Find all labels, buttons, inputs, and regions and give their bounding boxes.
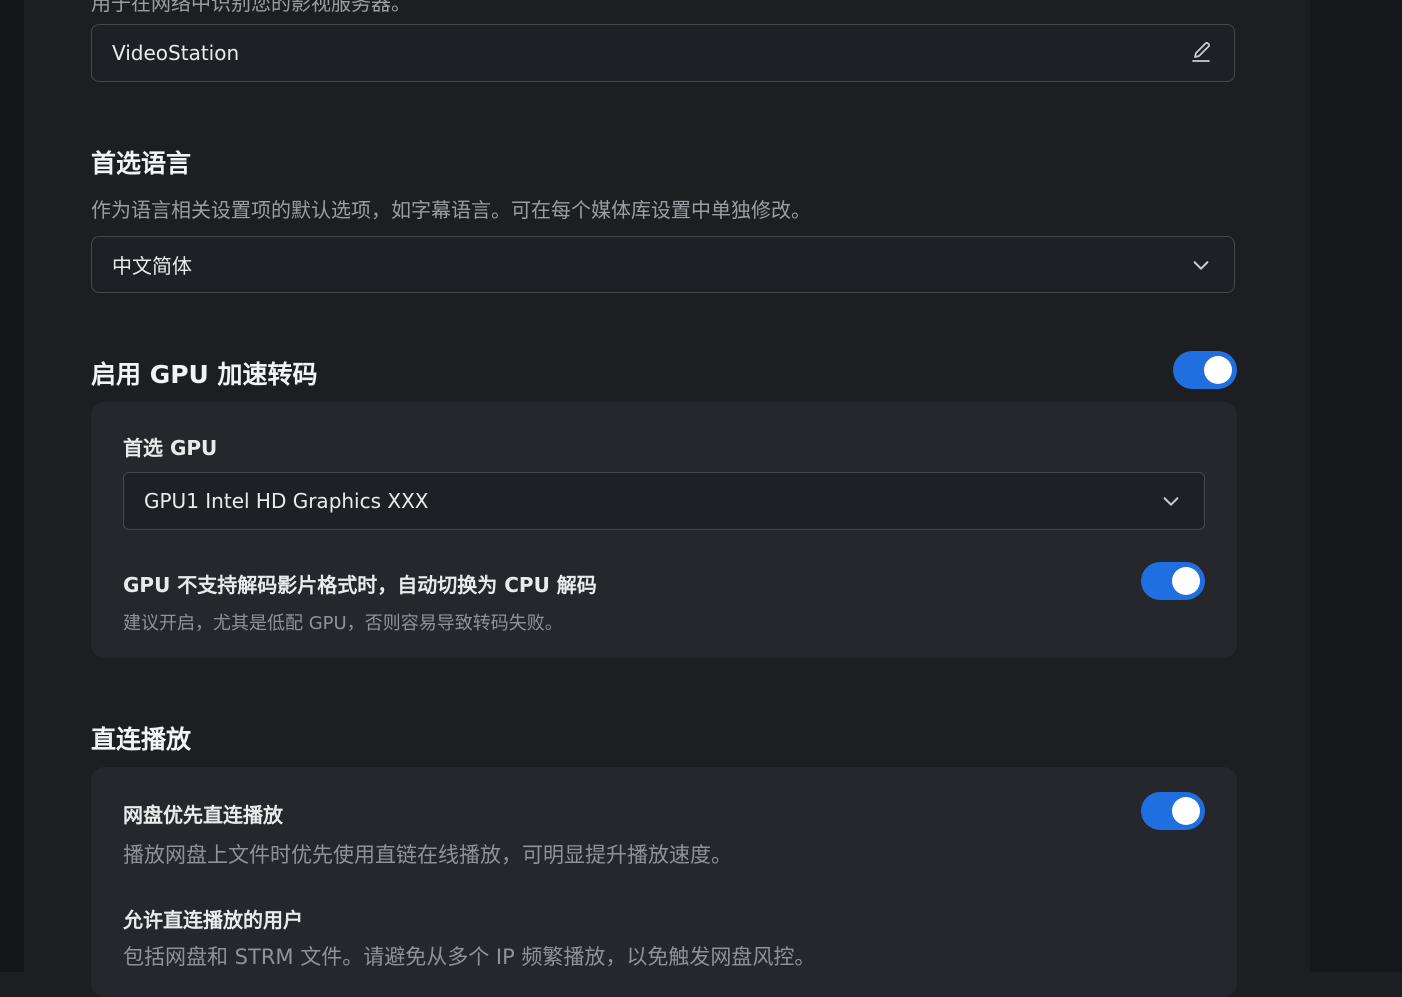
server-name-field[interactable]: VideoStation [91, 24, 1235, 82]
toggle-knob [1172, 567, 1200, 595]
allowed-users-description: 包括网盘和 STRM 文件。请避免从多个 IP 频繁播放，以免触发网盘风控。 [123, 945, 816, 969]
edit-icon[interactable] [1188, 40, 1214, 66]
server-name-description: 用于在网络中识别您的影视服务器。 [91, 0, 411, 15]
cloud-priority-description: 播放网盘上文件时优先使用直链在线播放，可明显提升播放速度。 [123, 843, 732, 867]
cpu-fallback-toggle[interactable] [1141, 562, 1205, 600]
cloud-priority-toggle[interactable] [1141, 792, 1205, 830]
settings-content: 用于在网络中识别您的影视服务器。 VideoStation 首选语言 作为语言相… [0, 0, 1310, 997]
gpu-transcoding-toggle[interactable] [1173, 351, 1237, 389]
toggle-knob [1204, 356, 1232, 384]
right-panel-edge [1310, 0, 1402, 972]
chevron-down-icon [1158, 488, 1184, 514]
gpu-settings-card: 首选 GPU GPU1 Intel HD Graphics XXX GPU 不支… [91, 402, 1237, 658]
preferred-language-select[interactable]: 中文简体 [91, 236, 1235, 293]
direct-play-card: 网盘优先直连播放 播放网盘上文件时优先使用直链在线播放，可明显提升播放速度。 允… [91, 767, 1237, 997]
chevron-down-icon [1188, 252, 1214, 278]
preferred-gpu-label: 首选 GPU [123, 436, 218, 460]
cpu-fallback-label: GPU 不支持解码影片格式时，自动切换为 CPU 解码 [123, 573, 597, 597]
direct-play-title: 直连播放 [91, 725, 192, 754]
cpu-fallback-description: 建议开启，尤其是低配 GPU，否则容易导致转码失败。 [123, 613, 563, 634]
toggle-knob [1172, 797, 1200, 825]
preferred-language-description: 作为语言相关设置项的默认选项，如字幕语言。可在每个媒体库设置中单独修改。 [91, 198, 811, 222]
allowed-users-label: 允许直连播放的用户 [123, 908, 303, 932]
preferred-language-title: 首选语言 [91, 149, 192, 178]
preferred-gpu-select[interactable]: GPU1 Intel HD Graphics XXX [123, 472, 1205, 530]
gpu-transcoding-title: 启用 GPU 加速转码 [91, 360, 318, 389]
preferred-language-value: 中文简体 [112, 254, 192, 278]
preferred-gpu-value: GPU1 Intel HD Graphics XXX [144, 489, 429, 513]
server-name-value: VideoStation [112, 41, 240, 65]
cloud-priority-label: 网盘优先直连播放 [123, 803, 283, 827]
